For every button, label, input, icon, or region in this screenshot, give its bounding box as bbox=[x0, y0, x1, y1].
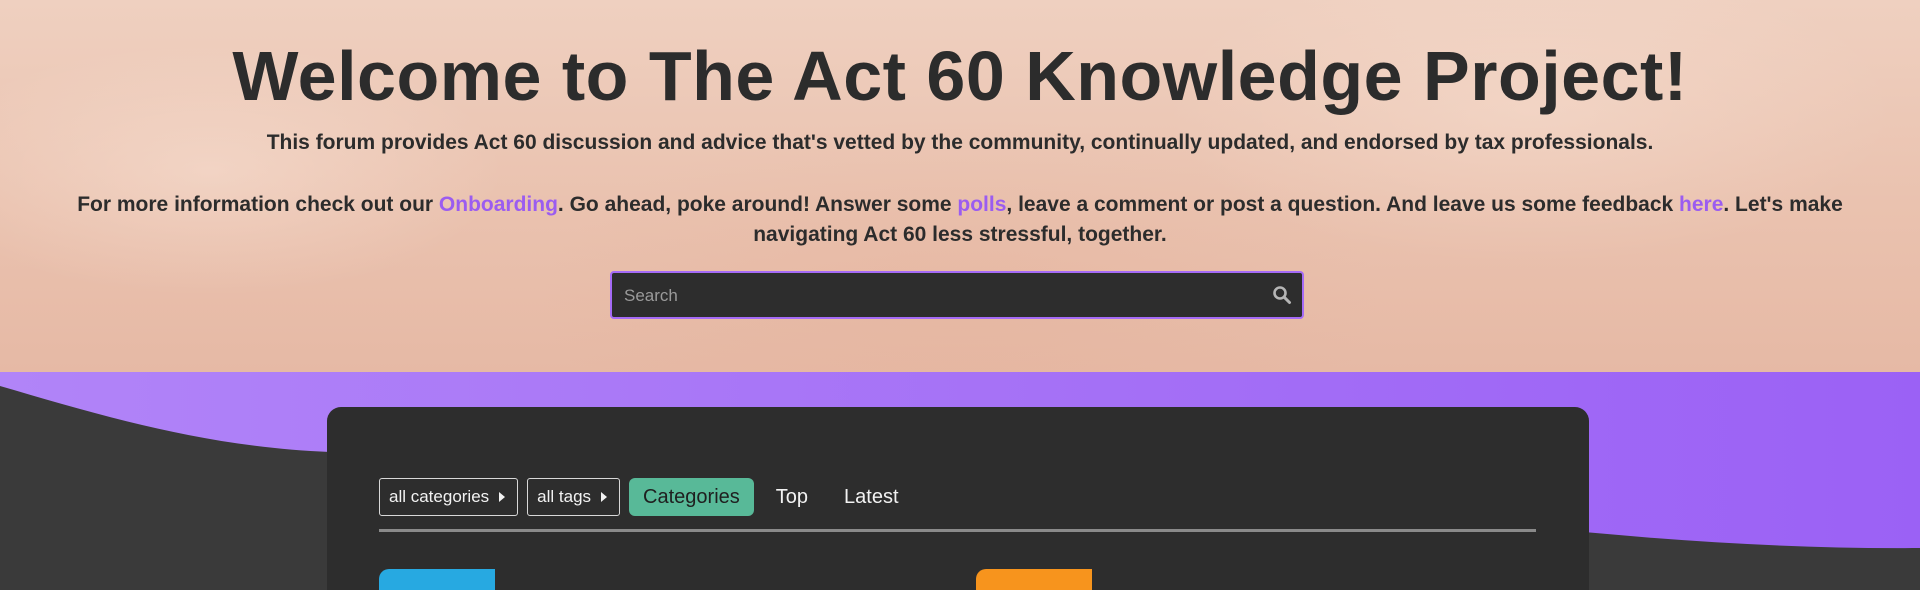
tab-latest[interactable]: Latest bbox=[830, 478, 912, 516]
nav-divider bbox=[379, 529, 1536, 532]
all-tags-dropdown[interactable]: all tags bbox=[527, 478, 621, 516]
category-tile-1[interactable] bbox=[379, 569, 495, 590]
category-tile-2[interactable] bbox=[976, 569, 1092, 590]
caret-right-icon bbox=[601, 492, 608, 502]
info-text-part: , leave a comment or post a question. An… bbox=[1006, 193, 1680, 216]
search-icon[interactable] bbox=[1272, 285, 1292, 305]
hero-info-text: For more information check out our Onboa… bbox=[40, 190, 1880, 250]
search-box[interactable] bbox=[610, 271, 1304, 319]
navigation-bar: all categories all tags Categories Top L… bbox=[379, 477, 921, 517]
all-categories-dropdown[interactable]: all categories bbox=[379, 478, 519, 516]
caret-right-icon bbox=[499, 492, 506, 502]
tab-categories[interactable]: Categories bbox=[629, 478, 754, 516]
feedback-link[interactable]: here bbox=[1679, 193, 1723, 216]
page-title: Welcome to The Act 60 Knowledge Project! bbox=[232, 37, 1688, 115]
polls-link[interactable]: polls bbox=[957, 193, 1006, 216]
search-input[interactable] bbox=[622, 273, 1246, 319]
onboarding-link[interactable]: Onboarding bbox=[439, 193, 558, 216]
dropdown-label: all categories bbox=[389, 487, 490, 506]
dropdown-label: all tags bbox=[537, 487, 592, 506]
hero-banner: Welcome to The Act 60 Knowledge Project!… bbox=[0, 0, 1920, 372]
info-text-part: . Go ahead, poke around! Answer some bbox=[557, 193, 958, 216]
hero-subtitle: This forum provides Act 60 discussion an… bbox=[266, 131, 1654, 154]
info-text-part: For more information check out our bbox=[77, 193, 439, 216]
tab-top[interactable]: Top bbox=[762, 478, 822, 516]
